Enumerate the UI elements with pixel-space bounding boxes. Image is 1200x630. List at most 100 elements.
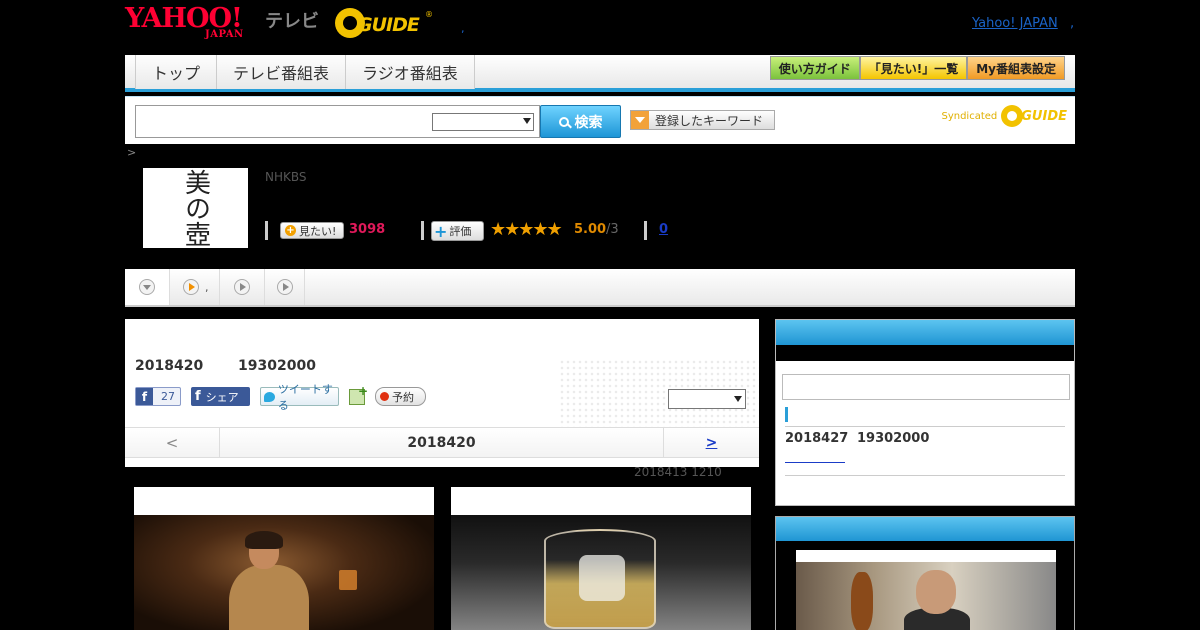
facebook-like-button[interactable]: f 27 [135, 387, 181, 406]
rating-count: /3 [606, 222, 619, 237]
search-icon [558, 116, 569, 127]
japan-logo-text: JAPAN [205, 29, 244, 40]
scene-image [451, 515, 751, 630]
social-buttons: f 27 f シェア ツイートする 予約 [135, 383, 426, 412]
search-button-label: 検索 [574, 114, 603, 131]
syndicated-label: Syndicated [941, 110, 998, 122]
air-time: 19302000 [238, 358, 316, 374]
syndicated-gguide-logo: Syndicated GUIDE [941, 105, 1067, 127]
plus-icon: + [434, 221, 448, 241]
gguide-logo[interactable]: GUIDE ® [335, 8, 435, 40]
my-listings-settings-button[interactable]: My番組表設定 [967, 56, 1065, 80]
play-icon [183, 279, 199, 295]
breadcrumb: > [127, 146, 137, 159]
usage-guide-button[interactable]: 使い方ガイド [769, 56, 860, 80]
dropdown-arrow-icon [631, 111, 649, 129]
figure-hair [245, 531, 283, 549]
search-button[interactable]: 検索 [540, 105, 621, 138]
search-category-select[interactable] [432, 113, 534, 131]
want-to-watch-button[interactable]: + 見たい! [280, 222, 344, 239]
facebook-share-button[interactable]: f シェア [191, 387, 250, 406]
channel-name: NHKBS [265, 170, 307, 184]
nav-tab-top[interactable]: トップ [136, 55, 218, 89]
pager-current-date: 2018420 [407, 434, 476, 451]
tab-related[interactable] [220, 269, 265, 305]
tweet-label: ツイートする [277, 382, 333, 412]
rating-stars: ★★★★★ [490, 219, 563, 240]
program-scene-card[interactable] [451, 487, 751, 630]
program-thumbnail: 美の壺 [143, 168, 248, 248]
syndicated-guide-text: GUIDE [1021, 108, 1067, 124]
want-count: 3098 [349, 222, 386, 237]
tweet-button[interactable]: ツイートする [260, 383, 339, 412]
program-tabs: , [125, 269, 1075, 307]
next-air-date: 2018427 [785, 431, 849, 446]
card-header [134, 487, 434, 515]
ice-ball [579, 555, 625, 601]
chevron-down-icon [139, 279, 155, 295]
review-count-link[interactable]: 0 [659, 222, 668, 237]
section-marker [785, 407, 788, 422]
divider [785, 475, 1065, 476]
last-updated: 2018413 1210 [634, 465, 722, 479]
person-head [916, 570, 956, 614]
gguide-logo-text: GUIDE [357, 14, 420, 36]
header-separator: , [461, 22, 465, 35]
divider [785, 426, 1065, 427]
chevron-down-icon [523, 118, 531, 124]
registered-keywords-button[interactable]: 登録したキーワード [630, 110, 775, 130]
nav-tab-tv-listings[interactable]: テレビ番組表 [217, 55, 347, 89]
play-icon [234, 279, 250, 295]
plus-icon: + [285, 225, 296, 236]
nav-tab-radio-listings[interactable]: ラジオ番組表 [346, 55, 475, 89]
scene-image [134, 515, 434, 630]
next-broadcast-link[interactable] [785, 455, 845, 463]
cello-shape [851, 572, 873, 630]
program-scene-card[interactable] [134, 487, 434, 630]
recommended-program-image[interactable] [796, 550, 1056, 630]
facebook-share-label: シェア [205, 390, 239, 404]
facebook-icon: f [136, 388, 153, 405]
divider [265, 221, 268, 240]
tab-label: , [205, 280, 209, 294]
facebook-like-count: 27 [161, 390, 175, 403]
date-pager: < 2018420 > [125, 427, 759, 458]
yahoo-japan-logo[interactable]: YAHOO! JAPAN [125, 5, 265, 43]
divider [421, 221, 424, 240]
next-air-time: 19302000 [857, 431, 930, 446]
nav-utility-buttons: 使い方ガイド 「見たい!」一覧 My番組表設定 [769, 56, 1065, 80]
want-list-button[interactable]: 「見たい!」一覧 [859, 56, 968, 80]
box-input-field[interactable] [782, 374, 1070, 400]
registered-keywords-label: 登録したキーワード [655, 113, 764, 128]
figure-body [229, 565, 309, 630]
play-icon [276, 279, 293, 295]
pager-next-button[interactable]: > [663, 428, 759, 457]
facebook-icon: f [195, 389, 201, 404]
pager-prev-button[interactable]: < [125, 428, 220, 457]
tv-logo-label[interactable]: テレビ [265, 7, 319, 33]
card-header [451, 487, 751, 515]
box-header [776, 517, 1074, 541]
tab-video[interactable]: , [170, 269, 220, 305]
reserve-button[interactable]: 予約 [375, 387, 426, 406]
rate-label: 評価 [449, 225, 472, 238]
tab-more[interactable] [265, 269, 305, 305]
air-date: 2018420 [135, 358, 204, 374]
rate-button[interactable]: + 評価 [431, 221, 484, 241]
broadcast-select[interactable] [668, 389, 746, 409]
want-to-watch-label: 見たい! [299, 224, 337, 238]
recommended-box [775, 516, 1075, 630]
program-thumbnail-title: 美の壺 [180, 169, 211, 247]
header-link-separator: , [1070, 16, 1075, 31]
twitter-bird-icon [264, 391, 275, 402]
tab-details[interactable] [125, 269, 170, 305]
g-circle-icon [1001, 105, 1024, 127]
reserve-label: 予約 [392, 390, 414, 404]
record-dot-icon [380, 392, 389, 401]
program-detail-panel: 2018420 19302000 f 27 f シェア ツイートする 予約 < … [125, 319, 759, 467]
box-subheader [776, 345, 1074, 361]
next-broadcast-box: 2018427 19302000 [775, 319, 1075, 506]
yahoo-japan-link[interactable]: Yahoo! JAPAN [972, 16, 1058, 31]
add-calendar-icon[interactable] [349, 384, 368, 405]
box-header [776, 320, 1074, 345]
